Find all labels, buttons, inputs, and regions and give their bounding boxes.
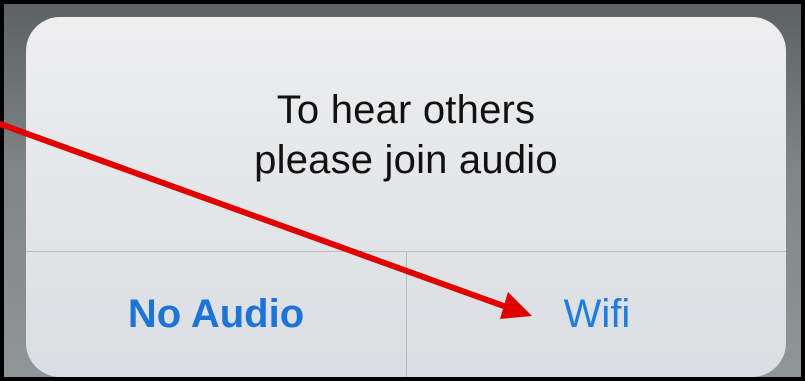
background: To hear others please join audio No Audi… [4,4,801,377]
screenshot-frame: To hear others please join audio No Audi… [0,0,805,381]
alert-message-line-1: To hear others [276,88,536,132]
join-audio-alert: To hear others please join audio No Audi… [26,17,786,377]
no-audio-button[interactable]: No Audio [26,252,406,377]
wifi-button[interactable]: Wifi [407,252,786,377]
alert-message-line-2: please join audio [254,138,558,182]
alert-message: To hear others please join audio [26,85,786,185]
